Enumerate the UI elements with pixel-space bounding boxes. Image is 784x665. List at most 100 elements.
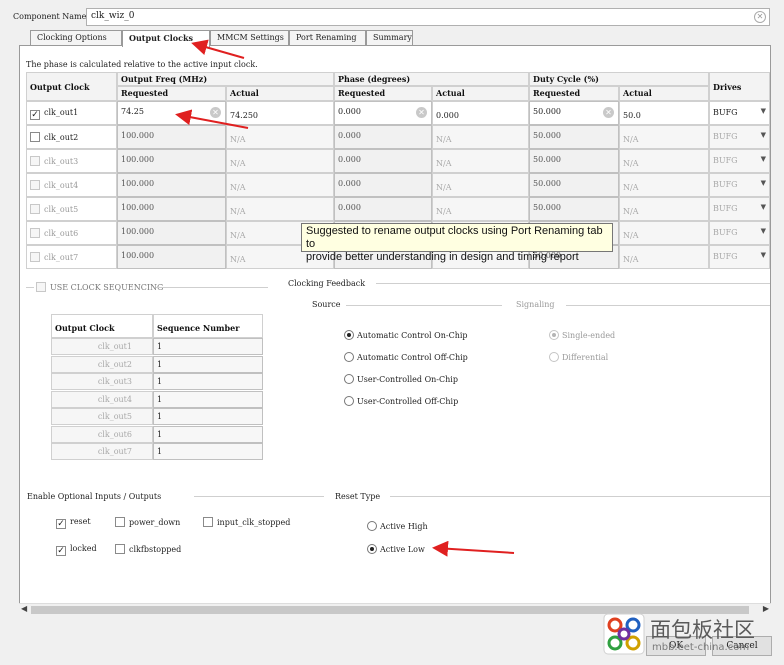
- chevron-down-icon[interactable]: ▼: [761, 203, 766, 211]
- drives-select[interactable]: BUFG ▼: [709, 125, 770, 149]
- drives-select[interactable]: BUFG ▼: [709, 101, 770, 125]
- reset-type-radio[interactable]: Active High: [367, 521, 428, 531]
- feedback-source-radio[interactable]: User-Controlled On-Chip: [344, 374, 458, 384]
- header-freq-actual: Actual: [226, 86, 334, 101]
- seq-clock-name: clk_out3: [51, 373, 153, 390]
- clock-name: clk_out5: [44, 205, 79, 214]
- clock-name: clk_out6: [44, 229, 79, 238]
- phase-note: The phase is calculated relative to the …: [26, 60, 258, 69]
- clock-enable-checkbox[interactable]: ✓: [30, 110, 40, 120]
- phase-requested-input[interactable]: 0.000: [334, 173, 432, 197]
- header-duty-requested: Requested: [529, 86, 619, 101]
- seq-clock-name: clk_out5: [51, 408, 153, 425]
- table-row-clock[interactable]: clk_out3: [26, 149, 117, 173]
- feedback-source-radio[interactable]: Automatic Control Off-Chip: [344, 352, 468, 362]
- drives-select[interactable]: BUFG ▼: [709, 149, 770, 173]
- chevron-down-icon[interactable]: ▼: [761, 155, 766, 163]
- table-row-clock[interactable]: clk_out2: [26, 125, 117, 149]
- chevron-down-icon[interactable]: ▼: [761, 251, 766, 259]
- duty-requested-input[interactable]: 50.000: [529, 149, 619, 173]
- clock-enable-checkbox[interactable]: [30, 180, 40, 190]
- checkbox-box: [36, 282, 46, 292]
- component-name-input[interactable]: clk_wiz_0 ✕: [86, 8, 770, 26]
- feedback-signaling-radio: Differential: [549, 352, 608, 362]
- feedback-source-radio[interactable]: User-Controlled Off-Chip: [344, 396, 458, 406]
- chevron-down-icon[interactable]: ▼: [761, 227, 766, 235]
- drives-value: BUFG: [713, 180, 738, 189]
- table-row-clock[interactable]: clk_out6: [26, 221, 117, 245]
- radio-label: Differential: [562, 353, 609, 362]
- sequence-number-input: 1: [153, 355, 263, 373]
- divider: [346, 305, 502, 306]
- freq-requested-input[interactable]: 74.25 ✕: [117, 101, 226, 125]
- clock-enable-checkbox[interactable]: [30, 132, 40, 142]
- radio-icon: [344, 352, 354, 362]
- freq-requested-input[interactable]: 100.000: [117, 221, 226, 245]
- clock-enable-checkbox[interactable]: [30, 252, 40, 262]
- tab-label: Port Renaming: [296, 33, 357, 42]
- radio-label: Single-ended: [562, 331, 616, 340]
- table-row-clock[interactable]: ✓ clk_out1: [26, 101, 117, 125]
- radio-icon: [344, 330, 354, 340]
- duty-requested-input[interactable]: 50.000: [529, 125, 619, 149]
- freq-requested-input[interactable]: 100.000: [117, 149, 226, 173]
- clock-enable-checkbox[interactable]: [30, 228, 40, 238]
- drives-select[interactable]: BUFG ▼: [709, 197, 770, 221]
- radio-label: User-Controlled Off-Chip: [357, 397, 459, 406]
- divider: [566, 305, 770, 306]
- clock-enable-checkbox[interactable]: [30, 204, 40, 214]
- clock-name: clk_out3: [44, 157, 79, 166]
- freq-requested-input[interactable]: 100.000: [117, 197, 226, 221]
- duty-requested-input[interactable]: 50.000 ✕: [529, 101, 619, 125]
- seq-header-clock: Output Clock: [51, 314, 153, 338]
- table-row-clock[interactable]: clk_out7: [26, 245, 117, 269]
- clear-icon[interactable]: ✕: [603, 107, 614, 118]
- clear-icon[interactable]: ✕: [754, 11, 766, 23]
- table-row-clock[interactable]: clk_out4: [26, 173, 117, 197]
- clock-name: clk_out2: [44, 133, 79, 142]
- drives-select[interactable]: BUFG ▼: [709, 245, 770, 269]
- phase-requested-input[interactable]: 0.000: [334, 149, 432, 173]
- optional-io-checkbox-input-clk-stopped[interactable]: input_clk_stopped: [203, 517, 290, 527]
- radio-label: Automatic Control On-Chip: [357, 331, 468, 340]
- header-output-clock: Output Clock: [26, 72, 117, 101]
- freq-requested-input[interactable]: 100.000: [117, 173, 226, 197]
- phase-requested-input[interactable]: 0.000 ✕: [334, 101, 432, 125]
- phase-requested-input[interactable]: 0.000: [334, 197, 432, 221]
- optional-io-checkbox-clkfbstopped[interactable]: clkfbstopped: [115, 544, 181, 554]
- sequence-number-input: 1: [153, 425, 263, 443]
- clock-enable-checkbox[interactable]: [30, 156, 40, 166]
- chevron-down-icon[interactable]: ▼: [761, 179, 766, 187]
- scroll-right-icon[interactable]: ▶: [763, 604, 769, 613]
- checkbox-label: power_down: [129, 518, 181, 527]
- radio-icon: [344, 374, 354, 384]
- duty-requested-input[interactable]: 50.000: [529, 173, 619, 197]
- optional-io-checkbox-power-down[interactable]: power_down: [115, 517, 180, 527]
- reset-type-title: Reset Type: [335, 492, 381, 501]
- tab-port-renaming[interactable]: Port Renaming: [289, 30, 366, 46]
- watermark-url: mbb.eet-china.com: [652, 642, 750, 653]
- radio-label: Active Low: [380, 545, 425, 554]
- duty-requested-input[interactable]: 50.000: [529, 197, 619, 221]
- drives-select[interactable]: BUFG ▼: [709, 173, 770, 197]
- use-clock-sequencing-checkbox[interactable]: USE CLOCK SEQUENCING: [36, 282, 163, 292]
- table-row-clock[interactable]: clk_out5: [26, 197, 117, 221]
- freq-requested-input[interactable]: 100.000: [117, 245, 226, 269]
- drives-select[interactable]: BUFG ▼: [709, 221, 770, 245]
- clear-icon[interactable]: ✕: [210, 107, 221, 118]
- tab-clocking-options[interactable]: Clocking Options: [30, 30, 122, 46]
- tab-mmcm-settings[interactable]: MMCM Settings: [210, 30, 289, 46]
- freq-requested-input[interactable]: 100.000: [117, 125, 226, 149]
- optional-io-checkbox-locked[interactable]: ✓ locked: [56, 544, 97, 556]
- clear-icon[interactable]: ✕: [416, 107, 427, 118]
- scroll-left-icon[interactable]: ◀: [21, 604, 27, 613]
- optional-io-checkbox-reset[interactable]: ✓ reset: [56, 517, 91, 529]
- feedback-source-radio[interactable]: Automatic Control On-Chip: [344, 330, 468, 340]
- chevron-down-icon[interactable]: ▼: [761, 107, 766, 115]
- chevron-down-icon[interactable]: ▼: [761, 131, 766, 139]
- reset-type-radio[interactable]: Active Low: [367, 544, 425, 554]
- tab-summary[interactable]: Summary: [366, 30, 413, 46]
- tab-output-clocks[interactable]: Output Clocks: [122, 30, 210, 47]
- phase-requested-input[interactable]: 0.000: [334, 125, 432, 149]
- seq-clock-name: clk_out7: [51, 443, 153, 460]
